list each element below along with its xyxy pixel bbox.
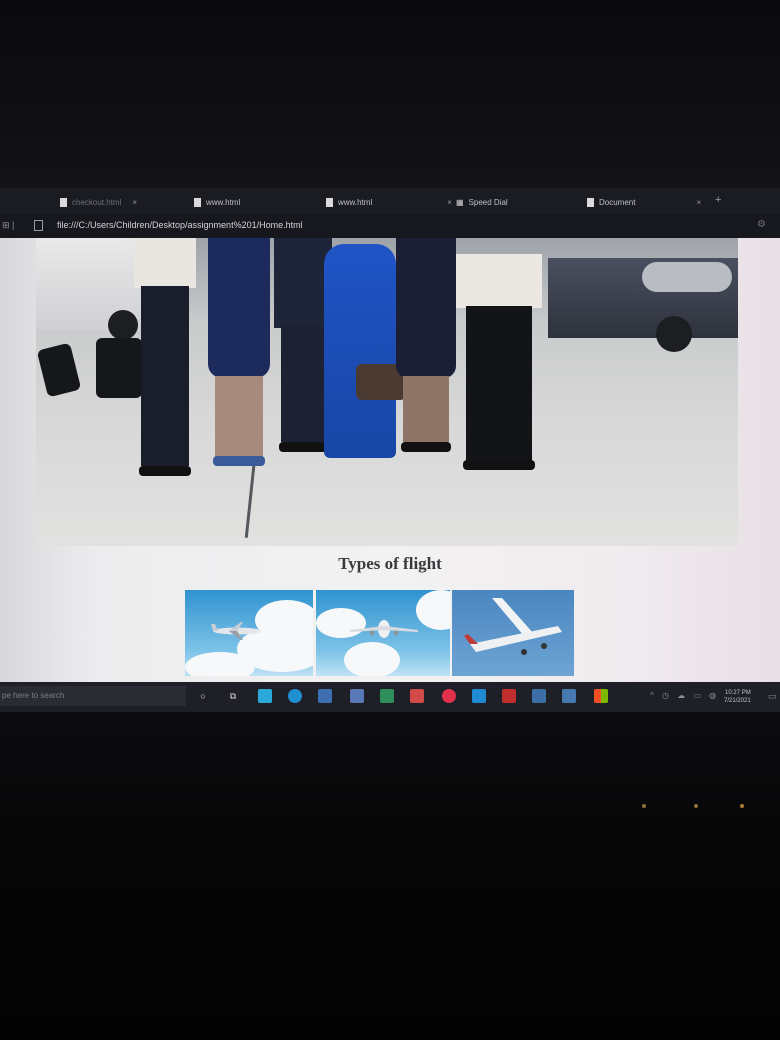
app-icon[interactable] [562,689,576,703]
tab-label: Document [599,197,636,207]
tab-label: checkout.html [72,197,122,207]
edge-icon[interactable] [288,689,302,703]
document-icon [587,197,594,207]
url-field[interactable]: file:///C:/Users/Children/Desktop/assign… [57,220,303,230]
close-icon[interactable]: × [696,198,701,207]
clock-time: 10:27 PM [725,690,751,696]
store-icon[interactable] [318,689,332,703]
vscode-icon[interactable] [472,689,486,703]
airplane-icon [464,598,562,655]
crew-member [396,238,456,452]
crew-member [208,238,270,468]
monitor-bezel-top [0,0,780,188]
notification-icon[interactable]: ▭ [768,691,777,702]
wheel-shape [656,316,692,352]
tab-www-2[interactable]: www.html × [326,194,452,210]
tab-label: Speed Dial [468,197,508,207]
crew-member [134,238,196,478]
tab-label: www.html [206,197,241,207]
search-placeholder: pe here to search [2,691,65,700]
page-viewport: Types of flight [0,238,780,682]
office-icon[interactable] [594,689,608,703]
bag-shape [36,342,82,398]
app-icon[interactable] [410,689,424,703]
engine-shape [642,262,732,292]
tab-label: www.html [338,197,373,207]
clock-date: 7/21/2021 [724,698,751,704]
tab-www-1[interactable]: www.html [194,194,240,210]
document-icon [194,197,201,207]
page-heading: Types of flight [338,554,442,573]
taskbar-search[interactable]: pe here to search [0,686,186,706]
speed-dial-icon: ▦ [456,197,464,207]
menu-icon[interactable]: ⊞ | [2,220,14,231]
tab-document[interactable]: Document × [587,194,701,210]
keyboard-light [642,804,646,808]
crew-member [456,254,542,472]
app-icon[interactable] [380,689,394,703]
tab-speed-dial[interactable]: ▦ Speed Dial [456,194,508,210]
app-icon[interactable] [502,689,516,703]
system-tray[interactable]: ^ ◷ ☁ ▭ ◍ [650,691,719,700]
close-icon[interactable]: × [132,198,137,207]
document-icon [60,197,67,207]
flight-thumbnail-1[interactable] [185,590,313,676]
hero-image [36,238,738,546]
flight-thumbnail-2[interactable] [316,590,450,676]
keyboard-light [740,804,744,808]
airplane-icon [211,622,261,640]
mail-icon[interactable] [258,689,272,703]
tab-checkout[interactable]: checkout.html × [60,194,137,210]
taskbar-clock[interactable]: 10:27 PM 7/21/2021 [724,689,751,705]
opera-icon[interactable] [442,689,456,703]
keyboard-light [694,804,698,808]
close-icon[interactable]: × [447,198,452,207]
address-bar: ⊞ | file:///C:/Users/Children/Desktop/as… [0,214,780,238]
keyboard-area [0,712,780,1040]
airplane-icon [350,620,418,638]
document-icon [326,197,333,207]
flight-thumbnail-3[interactable] [452,590,574,676]
app-icon[interactable] [532,689,546,703]
browser-tab-strip: checkout.html × www.html www.html × ▦ Sp… [0,188,780,214]
crew-member [324,244,396,458]
settings-icon[interactable]: ⚙ [757,219,766,230]
new-tab-icon[interactable]: + [715,194,721,206]
task-view-icon[interactable]: ⧉ [226,689,240,703]
taskbar: pe here to search ○ ⧉ ^ ◷ ☁ ▭ ◍ 10:27 PM… [0,682,780,712]
cortana-icon[interactable]: ○ [196,689,210,703]
page-info-icon[interactable] [34,220,43,231]
app-icon[interactable] [350,689,364,703]
